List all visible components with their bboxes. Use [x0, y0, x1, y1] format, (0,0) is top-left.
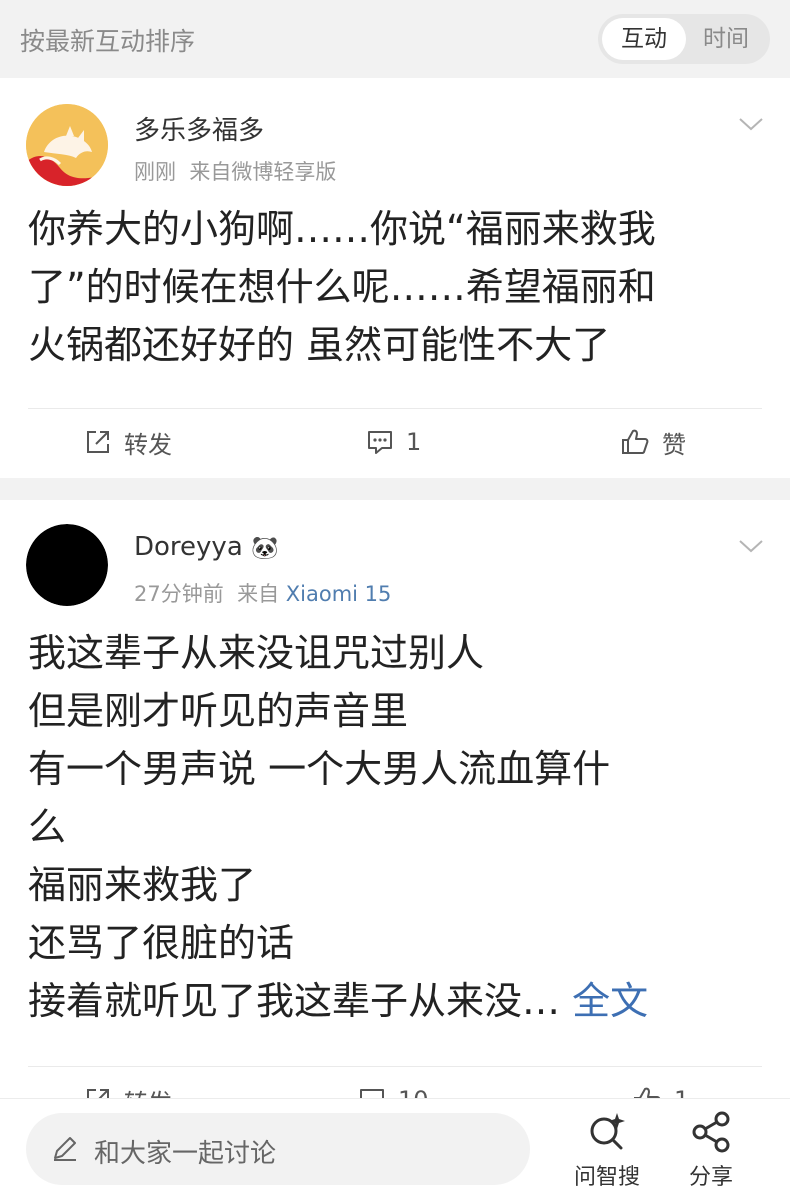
comment-body-line: 有一个男声说 一个大男人流血算什 [28, 747, 611, 791]
repost-button[interactable]: 转发 [84, 1068, 172, 1100]
like-button[interactable]: 1 [632, 1068, 689, 1100]
comment-input-placeholder: 和大家一起讨论 [94, 1139, 277, 1169]
like-button[interactable]: 赞 [620, 410, 686, 474]
ask-search-button[interactable]: 问智搜 [562, 1109, 652, 1193]
comment-button[interactable]: 1 [366, 410, 421, 474]
avatar[interactable] [26, 104, 108, 186]
actions-divider [28, 1066, 762, 1067]
comment-body-line: 么 [28, 805, 67, 849]
source-prefix: 来自 [237, 582, 280, 606]
comment-body-line: 了”的时候在想什么呢……希望福丽和 [28, 265, 656, 309]
action-bar: 转发 1 赞 [0, 410, 790, 474]
comment-body-line: 你养大的小狗啊……你说“福丽来救我 [28, 207, 656, 251]
sort-by-time-tab[interactable]: 时间 [684, 18, 768, 60]
repost-label: 转发 [124, 430, 172, 459]
sort-by-interaction-tab[interactable]: 互动 [602, 18, 686, 60]
comment-time: 27分钟前 [134, 582, 224, 606]
source-name: 微博轻享版 [231, 160, 337, 184]
comment-button[interactable]: 10 [358, 1068, 429, 1100]
comment-count: 1 [406, 428, 422, 456]
source-name[interactable]: Xiaomi 15 [286, 582, 392, 606]
avatar[interactable] [26, 524, 108, 606]
comment-meta: 27分钟前 来自 Xiaomi 15 [134, 578, 391, 608]
ask-search-label: 问智搜 [573, 1165, 640, 1190]
comment-time: 刚刚 [134, 160, 176, 184]
comment-card: Doreyya 🐼 27分钟前 来自 Xiaomi 15 我这辈子从来没诅咒过别… [0, 500, 790, 1100]
avatar-image [26, 524, 108, 606]
username[interactable]: 多乐多福多 [134, 110, 264, 147]
comment-body-line: 还骂了很脏的话 [28, 921, 295, 965]
comment-body-truncated: 接着就听见了我这辈子从来没… [28, 979, 561, 1023]
like-label: 赞 [662, 430, 686, 459]
smart-search-icon [590, 1113, 625, 1150]
avatar-image [26, 104, 108, 186]
sort-bar: 按最新互动排序 互动 时间 [0, 0, 790, 76]
share-button[interactable]: 分享 [666, 1109, 756, 1193]
sort-toggle: 互动 时间 [598, 14, 770, 64]
comment-body-line: 我这辈子从来没诅咒过别人 [28, 631, 485, 675]
panda-badge-icon: 🐼 [251, 536, 279, 561]
repost-button[interactable]: 转发 [84, 410, 172, 474]
comment-meta: 刚刚 来自微博轻享版 [134, 156, 336, 186]
username-text: Doreyya [134, 532, 243, 562]
actions-divider [28, 408, 762, 409]
action-bar: 转发 10 1 [0, 1068, 790, 1100]
repost-icon [87, 431, 109, 453]
sort-label: 按最新互动排序 [20, 27, 196, 56]
chevron-down-icon[interactable] [738, 116, 764, 132]
comment-card: 多乐多福多 刚刚 来自微博轻享版 你养大的小狗啊……你说“福丽来救我 了”的时候… [0, 78, 790, 478]
comment-icon [368, 431, 392, 454]
comment-body-line: 福丽来救我了 [28, 863, 257, 907]
comment-body-line: 火锅都还好好的 虽然可能性不大了 [28, 323, 611, 367]
source-prefix: 来自 [189, 160, 232, 184]
share-label: 分享 [688, 1165, 733, 1190]
comment-body: 你养大的小狗啊……你说“福丽来救我 了”的时候在想什么呢……希望福丽和 火锅都还… [28, 200, 768, 374]
bottom-bar: 和大家一起讨论 问智搜 分享 [0, 1098, 790, 1200]
comment-body: 我这辈子从来没诅咒过别人 但是刚才听见的声音里 有一个男声说 一个大男人流血算什… [28, 624, 768, 1030]
thumbs-up-icon [622, 429, 649, 454]
share-icon [692, 1111, 730, 1153]
comment-input[interactable]: 和大家一起讨论 [26, 1113, 530, 1185]
full-text-link[interactable]: 全文 [572, 979, 648, 1023]
username[interactable]: Doreyya 🐼 [134, 532, 278, 562]
comment-body-line: 接着就听见了我这辈子从来没… 全文 [28, 972, 768, 1030]
pencil-icon [54, 1137, 76, 1161]
chevron-down-icon[interactable] [738, 538, 764, 554]
comment-body-line: 但是刚才听见的声音里 [28, 689, 409, 733]
